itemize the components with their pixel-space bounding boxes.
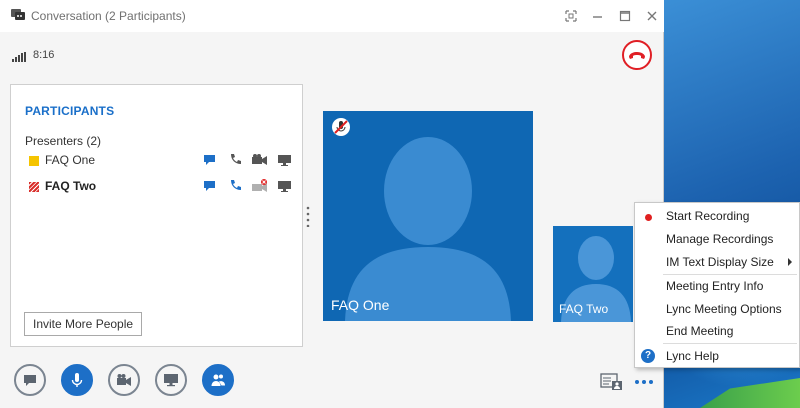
video-off-icon[interactable] (251, 178, 269, 194)
phone-icon[interactable] (226, 152, 244, 168)
help-icon: ? (641, 349, 655, 363)
microphone-button[interactable] (61, 364, 93, 396)
menu-item-manage-recordings[interactable]: Manage Recordings (635, 229, 800, 249)
present-screen-icon[interactable] (276, 152, 294, 168)
more-options-icon (635, 380, 653, 384)
menu-item-end-meeting[interactable]: End Meeting (635, 321, 800, 341)
video-participant-name: FAQ Two (559, 302, 609, 316)
network-quality-icon (12, 51, 26, 62)
avatar-silhouette-icon (345, 137, 511, 321)
hang-up-icon (629, 52, 645, 59)
menu-separator (663, 343, 797, 344)
participants-button[interactable] (202, 364, 234, 396)
video-button[interactable] (108, 364, 140, 396)
microphone-muted-icon (331, 117, 351, 137)
menu-item-start-recording[interactable]: Start Recording (635, 206, 800, 226)
more-options-button[interactable] (633, 376, 655, 386)
menu-item-meeting-entry-info[interactable]: Meeting Entry Info (635, 276, 800, 296)
lync-app-icon (10, 7, 26, 23)
im-icon (24, 375, 36, 386)
more-options-menu: Start Recording Manage Recordings IM Tex… (634, 202, 800, 368)
maximize-icon[interactable] (615, 7, 635, 25)
participant-video-main[interactable]: FAQ One (323, 111, 533, 321)
phone-icon[interactable] (226, 178, 244, 194)
present-button[interactable] (155, 364, 187, 396)
participant-row[interactable]: FAQ Two (29, 178, 291, 196)
call-duration: 8:16 (33, 49, 55, 61)
window-title: Conversation (2 Participants) (31, 9, 186, 23)
record-icon (645, 214, 652, 221)
panel-resize-handle[interactable] (306, 205, 310, 228)
microphone-icon (71, 373, 83, 387)
video-icon[interactable] (251, 152, 269, 168)
menu-item-im-text-display-size[interactable]: IM Text Display Size (635, 252, 800, 272)
conversation-view-icon[interactable] (600, 372, 624, 392)
participant-name: FAQ One (45, 153, 96, 167)
presenters-group-label: Presenters (2) (25, 134, 102, 148)
presence-indicator (29, 182, 39, 192)
presence-indicator (29, 156, 39, 166)
im-button[interactable] (14, 364, 46, 396)
invite-more-people-button[interactable]: Invite More People (24, 312, 143, 336)
hang-up-button[interactable] (622, 40, 652, 70)
menu-separator (663, 274, 797, 275)
menu-item-lync-help[interactable]: ? Lync Help (635, 346, 800, 366)
participant-name: FAQ Two (45, 179, 97, 193)
close-icon[interactable] (642, 7, 662, 25)
minimize-icon[interactable] (588, 7, 608, 25)
participants-heading: PARTICIPANTS (25, 104, 115, 118)
present-screen-icon[interactable] (276, 178, 294, 194)
participant-row[interactable]: FAQ One (29, 152, 291, 170)
participants-panel: PARTICIPANTS Presenters (2) FAQ One FAQ … (10, 84, 303, 347)
submenu-arrow-icon (788, 258, 792, 266)
conversation-window: Conversation (2 Participants) 8:16 PARTI… (0, 0, 664, 408)
menu-item-lync-meeting-options[interactable]: Lync Meeting Options (635, 299, 800, 319)
title-bar: Conversation (2 Participants) (0, 0, 664, 32)
participant-video-self[interactable]: FAQ Two (553, 226, 633, 322)
fullscreen-icon[interactable] (561, 7, 581, 25)
participants-icon (211, 374, 225, 386)
im-icon[interactable] (201, 152, 219, 168)
video-participant-name: FAQ One (331, 297, 390, 313)
present-screen-icon (164, 374, 178, 387)
im-icon[interactable] (201, 178, 219, 194)
video-camera-icon (117, 374, 131, 386)
